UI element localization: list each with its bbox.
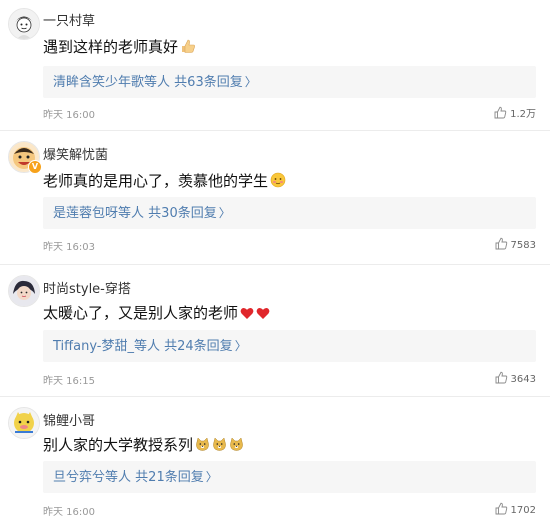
reply-summary-link[interactable]: 清眸含笑少年歌等人 共63条回复〉 [43, 66, 536, 98]
divider [0, 264, 550, 265]
comment-text-content: 太暖心了，又是别人家的老师 [43, 304, 239, 322]
divider [0, 130, 550, 131]
reply-count[interactable]: 共63条回复 [174, 75, 243, 90]
like-count: 7583 [510, 240, 536, 251]
like-button[interactable]: 7583 [495, 237, 536, 251]
like-button[interactable]: 1702 [495, 502, 536, 516]
reply-names[interactable]: 是莲蓉包呀 [53, 206, 118, 221]
like-button[interactable]: 3643 [495, 371, 536, 385]
username[interactable]: 时尚style-穿搭 [43, 278, 131, 297]
thumbs-up-outline-icon [495, 502, 511, 516]
reply-summary-link[interactable]: 是莲蓉包呀等人 共30条回复〉 [43, 197, 536, 229]
thumbs-up-outline-icon [495, 371, 511, 385]
reply-summary-link[interactable]: Tiffany-梦甜_等人 共24条回复〉 [43, 330, 536, 362]
timestamp: 昨天 16:00 [43, 507, 95, 518]
reply-names[interactable]: 清眸含笑少年歌 [53, 75, 144, 90]
reply-others-label: 等人 [133, 339, 160, 354]
avatar[interactable] [8, 275, 40, 307]
comment-text-content: 老师真的是用心了，羡慕他的学生 [43, 172, 269, 190]
like-button[interactable]: 1.2万 [494, 105, 536, 120]
comment-text-content: 遇到这样的老师真好 [43, 38, 179, 56]
red-heart-icon [256, 306, 270, 324]
chevron-right-icon: 〉 [244, 75, 257, 89]
timestamp: 昨天 16:03 [43, 242, 95, 253]
blush-face-icon [270, 172, 286, 192]
reply-others-label: 等人 [105, 470, 132, 485]
chevron-right-icon: 〉 [234, 339, 247, 353]
thumbs-up-icon [180, 38, 196, 58]
verified-badge-icon: V [28, 160, 42, 174]
thumbs-up-outline-icon [494, 106, 510, 120]
chevron-right-icon: 〉 [218, 206, 231, 220]
comment-text: 遇到这样的老师真好 [43, 36, 196, 58]
doge-face-icon [229, 437, 244, 456]
comment-text: 别人家的大学教授系列 [43, 434, 244, 456]
comment-feed: 一只村草 遇到这样的老师真好 清眸含笑少年歌等人 共63条回复〉 昨天 16:0… [0, 0, 550, 530]
reply-count[interactable]: 共21条回复 [135, 470, 204, 485]
avatar[interactable] [8, 407, 40, 439]
reply-others-label: 等人 [144, 75, 171, 90]
username[interactable]: 爆笑解忧菌 [43, 144, 108, 163]
comment-text-content: 别人家的大学教授系列 [43, 436, 194, 454]
like-count: 1.2万 [510, 109, 536, 120]
reply-summary-link[interactable]: 旦兮弈兮等人 共21条回复〉 [43, 461, 536, 493]
like-count: 3643 [510, 374, 536, 385]
like-count: 1702 [510, 505, 536, 516]
username[interactable]: 一只村草 [43, 10, 95, 29]
chevron-right-icon: 〉 [205, 470, 218, 484]
reply-count[interactable]: 共30条回复 [148, 206, 217, 221]
doge-face-icon [212, 437, 227, 456]
comment-text: 老师真的是用心了，羡慕他的学生 [43, 170, 286, 192]
reply-names[interactable]: 旦兮弈兮 [53, 470, 105, 485]
divider [0, 396, 550, 397]
red-heart-icon [240, 306, 254, 324]
avatar[interactable] [8, 8, 40, 40]
reply-count[interactable]: 共24条回复 [164, 339, 233, 354]
username[interactable]: 锦鲤小哥 [43, 410, 95, 429]
thumbs-up-outline-icon [495, 237, 511, 251]
doge-face-icon [195, 437, 210, 456]
reply-others-label: 等人 [118, 206, 145, 221]
timestamp: 昨天 16:00 [43, 110, 95, 121]
comment-text: 太暖心了，又是别人家的老师 [43, 302, 270, 324]
reply-names[interactable]: Tiffany-梦甜_ [53, 339, 134, 354]
timestamp: 昨天 16:15 [43, 376, 95, 387]
